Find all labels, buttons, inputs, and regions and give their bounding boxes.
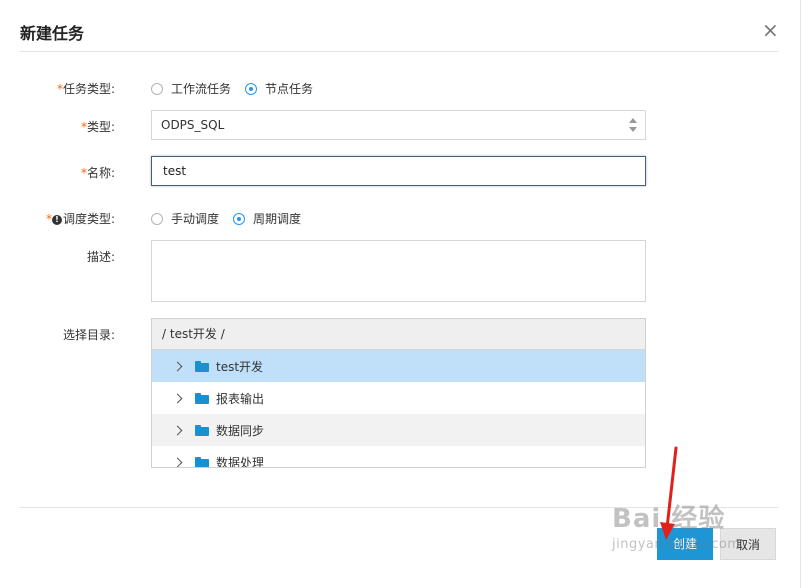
info-icon[interactable]: ! <box>51 215 62 225</box>
tree-item-label: 报表输出 <box>216 391 265 406</box>
radio-periodic-schedule[interactable] <box>233 212 246 225</box>
cancel-button[interactable]: 取消 <box>720 528 776 560</box>
radio-manual-schedule[interactable] <box>151 212 163 225</box>
select-arrows-icon <box>629 118 637 132</box>
radio-workflow-task-label[interactable]: 工作流任务 <box>171 80 231 97</box>
radio-node-task[interactable] <box>245 82 258 95</box>
create-button[interactable]: 创建 <box>657 528 713 560</box>
radio-node-task-label[interactable]: 节点任务 <box>265 80 313 97</box>
directory-path: / test开发 / <box>152 319 645 350</box>
footer-divider <box>20 507 778 508</box>
description-textarea[interactable] <box>151 240 646 302</box>
folder-icon <box>195 424 209 436</box>
radio-workflow-task[interactable] <box>151 82 163 95</box>
chevron-right-icon[interactable] <box>172 425 183 435</box>
tree-item-label: 数据处理 <box>216 455 265 468</box>
directory-tree: / test开发 / test开发 报表输出 数据同步 数据处理 <box>151 318 646 468</box>
directory-label: 选择目录: <box>62 328 115 342</box>
tree-item-label: test开发 <box>216 359 264 374</box>
chevron-right-icon[interactable] <box>172 457 183 467</box>
header-divider <box>20 51 778 52</box>
close-icon[interactable]: × <box>762 20 779 40</box>
folder-icon <box>195 456 209 467</box>
schedule-type-radio-group: 手动调度 周期调度 <box>151 210 315 227</box>
radio-manual-schedule-label[interactable]: 手动调度 <box>171 210 219 227</box>
chevron-right-icon[interactable] <box>172 361 183 371</box>
chevron-right-icon[interactable] <box>172 393 183 403</box>
schedule-type-label: *! 调度类型: <box>45 212 115 226</box>
task-type-label: *任务类型: <box>56 82 115 96</box>
name-input[interactable]: test <box>151 156 646 186</box>
tree-item[interactable]: test开发 <box>152 350 645 382</box>
folder-icon <box>195 392 209 404</box>
name-label: *名称: <box>80 166 115 180</box>
type-select-value: ODPS_SQL <box>161 118 225 132</box>
tree-item[interactable]: 报表输出 <box>152 382 645 414</box>
tree-item[interactable]: 数据同步 <box>152 414 645 446</box>
tree-item[interactable]: 数据处理 <box>152 446 645 468</box>
type-label: *类型: <box>80 120 115 134</box>
tree-item-label: 数据同步 <box>216 423 265 438</box>
task-type-radio-group: 工作流任务 节点任务 <box>151 80 327 97</box>
description-label: 描述: <box>86 250 115 264</box>
radio-periodic-schedule-label[interactable]: 周期调度 <box>253 210 301 227</box>
new-task-dialog: 新建任务 × *任务类型: 工作流任务 节点任务 *类型: ODPS_SQL *… <box>0 0 801 588</box>
dialog-title: 新建任务 <box>20 24 85 43</box>
folder-icon <box>195 360 209 372</box>
type-select[interactable]: ODPS_SQL <box>151 110 646 140</box>
